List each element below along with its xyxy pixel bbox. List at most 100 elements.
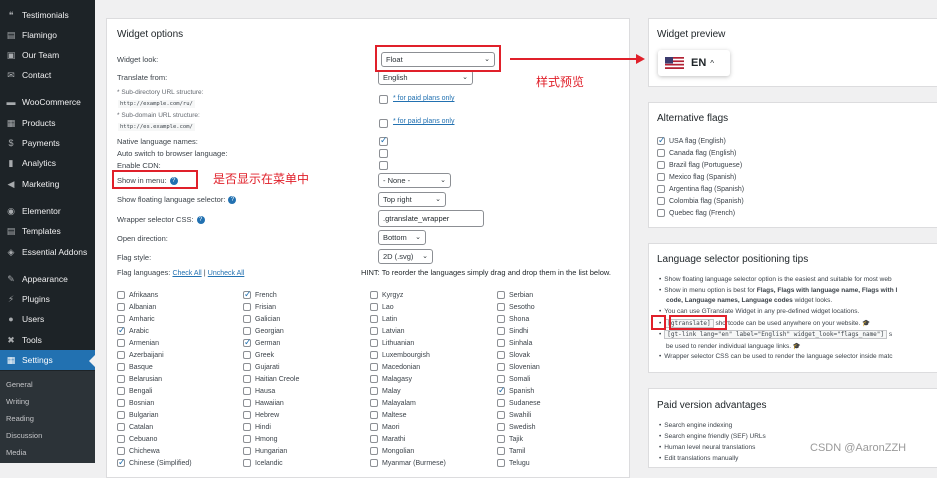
language-option[interactable]: Greek [243,350,274,360]
language-option[interactable]: Hungarian [243,446,287,456]
language-option[interactable]: Hawaiian [243,398,284,408]
language-checkbox[interactable] [370,291,378,299]
language-option[interactable]: Catalan [117,422,153,432]
sidebar-item-plugins[interactable]: ⚡ Plugins [0,289,95,309]
help-icon[interactable]: ? [228,196,237,205]
language-checkbox[interactable] [370,447,378,455]
language-checkbox[interactable] [243,303,251,311]
language-option[interactable]: Chichewa [117,446,160,456]
sidebar-item-contact[interactable]: ✉ Contact [0,65,95,85]
language-option[interactable]: Malagasy [370,374,412,384]
language-option[interactable]: Chinese (Simplified) [117,457,192,468]
submenu-general[interactable]: General [6,380,33,389]
language-checkbox[interactable] [243,447,251,455]
language-option[interactable]: Spanish [497,385,534,396]
language-option[interactable]: Hindi [243,422,271,432]
language-checkbox[interactable] [117,291,125,299]
language-option[interactable]: Luxembourgish [370,350,430,360]
language-option[interactable]: Belarusian [117,374,162,384]
language-option[interactable]: Lithuanian [370,338,414,348]
language-checkbox[interactable] [497,327,505,335]
language-checkbox[interactable] [243,289,252,300]
language-option[interactable]: Tajik [497,434,523,444]
language-option[interactable]: French [243,289,277,300]
language-option[interactable]: Sudanese [497,398,541,408]
show-in-menu-select[interactable]: - None - ⌄ [378,173,451,188]
sidebar-item-tools[interactable]: ✖ Tools [0,330,95,350]
language-checkbox[interactable] [243,399,251,407]
sidebar-item-marketing[interactable]: ◀ Marketing [0,174,95,194]
sidebar-item-analytics[interactable]: ▮ Analytics [0,153,95,173]
language-option[interactable]: Marathi [370,434,405,444]
wrapper-css-input[interactable]: .gtranslate_wrapper [378,210,484,227]
language-option[interactable]: Lao [370,302,394,312]
language-checkbox[interactable] [370,375,378,383]
language-checkbox[interactable] [370,423,378,431]
language-checkbox[interactable] [370,327,378,335]
language-option[interactable]: Swedish [497,422,535,432]
subdir-checkbox[interactable] [379,95,388,104]
language-checkbox[interactable] [243,315,251,323]
alt-flag-checkbox[interactable] [657,209,665,217]
language-checkbox[interactable] [497,447,505,455]
submenu-reading[interactable]: Reading [6,414,34,423]
language-option[interactable]: Hausa [243,386,275,396]
language-checkbox[interactable] [497,399,505,407]
sidebar-item-woocommerce[interactable]: ▬ WooCommerce [0,92,95,112]
language-checkbox[interactable] [117,351,125,359]
language-checkbox[interactable] [370,363,378,371]
language-checkbox[interactable] [243,459,251,467]
language-checkbox[interactable] [497,423,505,431]
language-option[interactable]: Azerbaijani [117,350,164,360]
language-checkbox[interactable] [497,291,505,299]
language-option[interactable]: Icelandic [243,458,283,468]
language-checkbox[interactable] [243,375,251,383]
alt-flag-option[interactable]: Brazil flag (Portuguese) [657,160,742,170]
language-checkbox[interactable] [117,387,125,395]
language-option[interactable]: Cebuano [117,434,157,444]
language-checkbox[interactable] [497,435,505,443]
language-checkbox[interactable] [370,303,378,311]
language-option[interactable]: Shona [497,314,529,324]
alt-flag-checkbox[interactable] [657,197,665,205]
language-checkbox[interactable] [497,351,505,359]
floating-selector-select[interactable]: Top right ⌄ [378,192,446,207]
sidebar-item-users[interactable]: ● Users [0,309,95,329]
language-checkbox[interactable] [243,423,251,431]
language-checkbox[interactable] [117,303,125,311]
alt-flag-checkbox[interactable] [657,185,665,193]
language-option[interactable]: Malayalam [370,398,416,408]
sidebar-item-templates[interactable]: ▤ Templates [0,221,95,241]
language-option[interactable]: Sesotho [497,302,535,312]
language-option[interactable]: Telugu [497,458,530,468]
language-option[interactable]: Maltese [370,410,407,420]
language-checkbox[interactable] [497,459,505,467]
language-option[interactable]: Sinhala [497,338,532,348]
sidebar-item-flamingo[interactable]: ▤ Flamingo [0,25,95,45]
language-checkbox[interactable] [370,339,378,347]
alt-flag-option[interactable]: Quebec flag (French) [657,208,735,218]
language-checkbox[interactable] [370,399,378,407]
alt-flag-option[interactable]: Argentina flag (Spanish) [657,184,744,194]
language-option[interactable]: Bosnian [117,398,154,408]
sidebar-item-products[interactable]: ▦ Products [0,113,95,133]
alt-flag-checkbox[interactable] [657,135,666,146]
language-checkbox[interactable] [497,315,505,323]
language-checkbox[interactable] [243,387,251,395]
language-option[interactable]: German [243,337,280,348]
language-option[interactable]: Armenian [117,338,159,348]
language-switcher-preview[interactable]: EN ^ [658,50,730,76]
language-checkbox[interactable] [497,363,505,371]
help-icon[interactable]: ? [196,216,205,225]
sidebar-item-payments[interactable]: $ Payments [0,133,95,153]
language-checkbox[interactable] [243,327,251,335]
language-checkbox[interactable] [117,363,125,371]
sidebar-item-settings[interactable]: ▦ Settings [0,350,95,370]
alt-flag-option[interactable]: Canada flag (English) [657,148,736,158]
language-option[interactable]: Tamil [497,446,525,456]
language-option[interactable]: Georgian [243,326,284,336]
enable-cdn-checkbox[interactable] [379,161,388,170]
language-option[interactable]: Latin [370,314,397,324]
language-option[interactable]: Myanmar (Burmese) [370,458,446,468]
language-option[interactable]: Swahili [497,410,531,420]
